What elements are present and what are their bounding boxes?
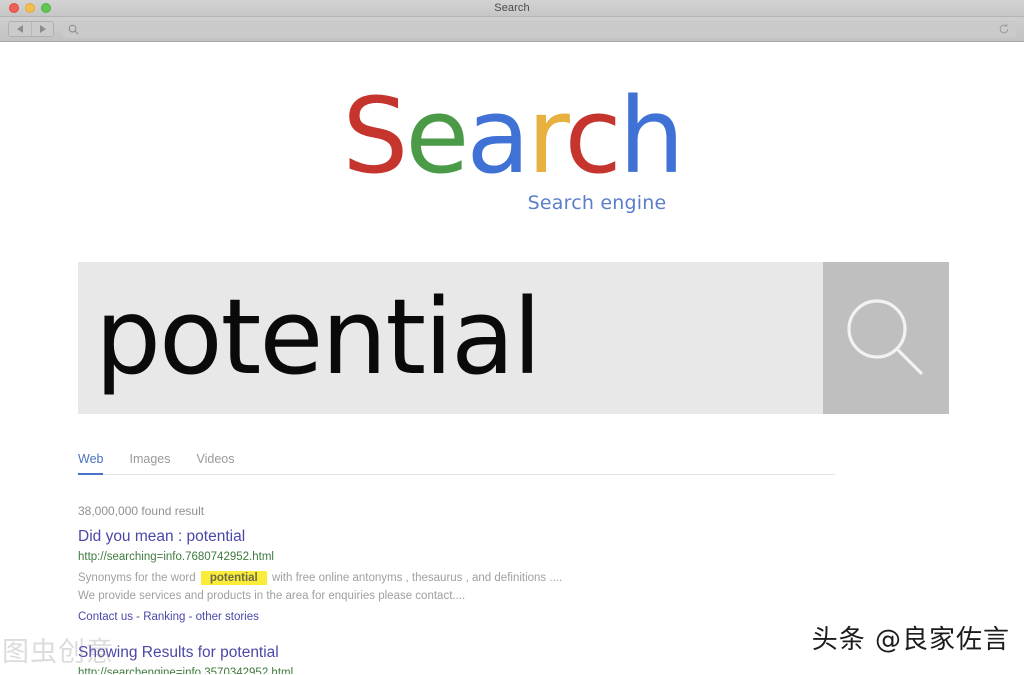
magnifier-icon xyxy=(68,24,79,34)
tab-videos[interactable]: Videos xyxy=(196,452,234,475)
triangle-left-icon xyxy=(16,25,23,33)
logo-letter-a: a xyxy=(466,75,530,197)
traffic-lights xyxy=(0,3,51,13)
logo-letter-e: e xyxy=(405,75,469,197)
logo-letter-c: c xyxy=(564,75,622,197)
result-url[interactable]: http://searching=info.7680742952.html xyxy=(78,551,978,563)
result-url[interactable]: http://searchengine=info.3570342952.html xyxy=(78,667,978,674)
maximize-window-icon[interactable] xyxy=(41,3,51,13)
window-title: Search xyxy=(494,2,530,14)
logo-letter-s: S xyxy=(342,75,408,197)
back-button[interactable] xyxy=(9,22,31,36)
page-content: Search Search engine potential Web Image… xyxy=(0,42,1024,674)
snippet-pre-text: Synonyms for the word xyxy=(78,572,196,584)
result-snippet: Synonyms for the word potential with fre… xyxy=(78,570,978,606)
search-input[interactable]: potential xyxy=(78,262,823,414)
snippet-post-text: with free online antonyms , thesaurus , … xyxy=(271,572,563,584)
reload-icon[interactable] xyxy=(998,23,1010,35)
result-item: Did you mean : potential http://searchin… xyxy=(78,528,978,623)
forward-button[interactable] xyxy=(31,22,53,36)
snippet-line-two: We provide services and products in the … xyxy=(78,589,466,602)
logo-block: Search Search engine xyxy=(0,42,1024,214)
snippet-highlight: potential xyxy=(200,571,267,585)
search-bar: potential xyxy=(78,262,949,414)
search-query-text: potential xyxy=(95,276,542,399)
search-submit-button[interactable] xyxy=(823,262,949,414)
triangle-right-icon xyxy=(40,25,46,33)
watermark-right: 头条 @良家佐言 xyxy=(811,625,1010,655)
minimize-window-icon[interactable] xyxy=(25,3,35,13)
watermark-left: 图虫创意 xyxy=(2,637,114,668)
browser-toolbar xyxy=(0,17,1024,42)
tab-images[interactable]: Images xyxy=(129,452,170,475)
address-bar[interactable] xyxy=(62,20,1016,38)
results-count: 38,000,000 found result xyxy=(78,504,205,518)
close-window-icon[interactable] xyxy=(9,3,19,13)
nav-button-group xyxy=(8,21,54,37)
browser-window: Search Search Search engine potential We… xyxy=(0,0,1024,675)
site-logo: Search xyxy=(342,84,684,188)
tab-web[interactable]: Web xyxy=(78,452,104,475)
titlebar: Search xyxy=(0,0,1024,17)
result-title[interactable]: Did you mean : potential xyxy=(78,528,978,546)
logo-letter-r: r xyxy=(527,75,568,197)
magnifier-icon xyxy=(847,299,923,375)
result-tabs: Web Images Videos xyxy=(78,452,835,475)
logo-letter-h: h xyxy=(618,75,685,197)
